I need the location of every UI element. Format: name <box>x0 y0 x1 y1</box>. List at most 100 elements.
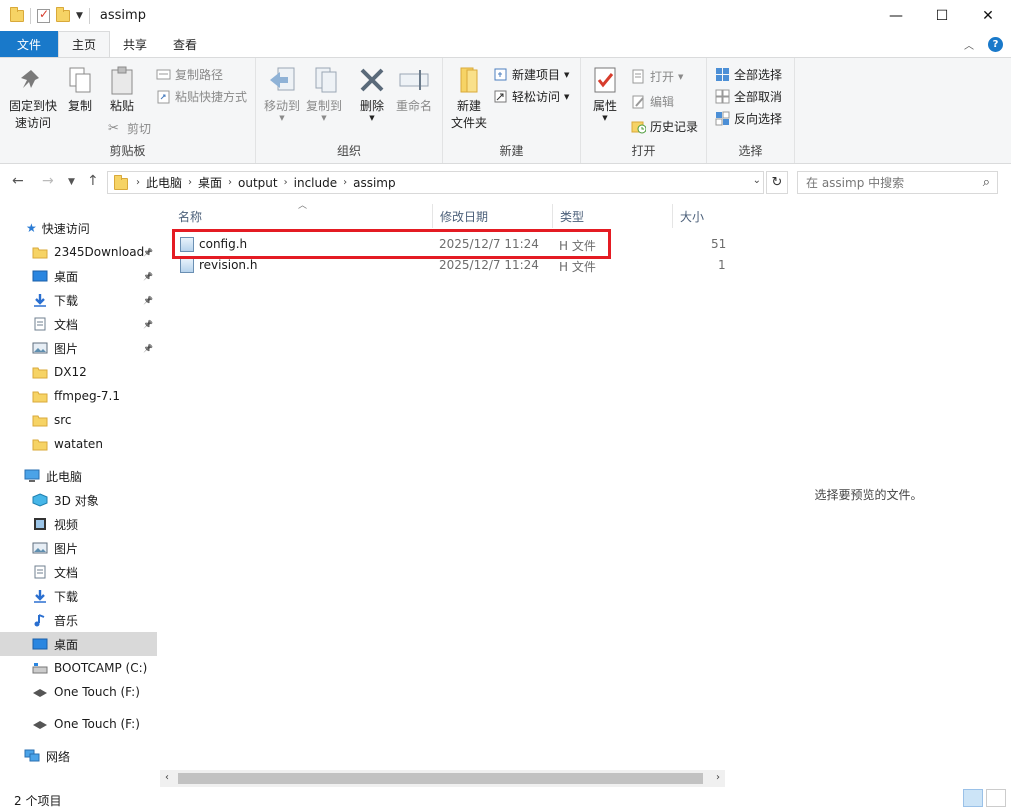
sidebar-item[interactable]: 桌面 <box>0 632 157 656</box>
breadcrumb-output[interactable]: output <box>232 176 284 190</box>
breadcrumb-include[interactable]: include <box>288 176 343 190</box>
search-input[interactable]: 在 assimp 中搜索 ⌕ <box>797 171 998 194</box>
ribbon-controls: ︿ ? <box>964 37 1003 52</box>
document-icon <box>32 317 48 331</box>
horizontal-scrollbar[interactable]: ‹ › <box>160 770 725 787</box>
address-bar[interactable]: › 此电脑 › 桌面 › output › include › assimp ⌄ <box>107 171 764 194</box>
tab-view[interactable]: 查看 <box>160 31 210 57</box>
select-none-button[interactable]: 全部取消 <box>715 88 782 105</box>
sidebar-item-one-touch-root[interactable]: One Touch (F:) <box>0 712 157 736</box>
column-label: 类型 <box>560 209 585 224</box>
sidebar-item[interactable]: 视频 <box>0 512 157 536</box>
tab-share[interactable]: 共享 <box>110 31 160 57</box>
ribbon: 固定到快 速访问 复制 粘贴 复制路径 粘贴快捷方式 ✂ 剪切 剪贴板 移动到 … <box>0 57 1011 164</box>
column-header-size[interactable]: 大小 <box>662 204 722 228</box>
history-button[interactable]: 历史记录 <box>631 118 698 135</box>
sidebar-item[interactable]: 图片 📌 <box>0 336 157 360</box>
sidebar-item[interactable]: 音乐 <box>0 608 157 632</box>
document-icon <box>32 565 48 579</box>
select-all-button[interactable]: 全部选择 <box>715 66 782 83</box>
scissors-icon: ✂ <box>108 121 119 136</box>
paste-shortcut-button[interactable]: 粘贴快捷方式 <box>156 88 247 105</box>
collapse-ribbon-icon[interactable]: ︿ <box>964 37 974 52</box>
sidebar-item[interactable]: ffmpeg-7.1 <box>0 384 157 408</box>
delete-label: 删除 <box>359 99 384 113</box>
column-header-type[interactable]: 类型 <box>542 204 662 228</box>
refresh-button[interactable]: ↻ <box>766 171 788 194</box>
sidebar-item[interactable]: 2345Download 📌 <box>0 240 157 264</box>
scroll-right-icon[interactable]: › <box>716 772 720 783</box>
pin-icon[interactable]: 📌 <box>143 272 153 281</box>
tab-home[interactable]: 主页 <box>58 31 111 57</box>
copy-path-button[interactable]: 复制路径 <box>156 66 223 83</box>
copy-path-label: 复制路径 <box>175 68 224 82</box>
copy-button[interactable]: 复制 <box>62 64 98 115</box>
open-button[interactable]: 打开 ▼ <box>631 68 683 85</box>
delete-button[interactable]: 删除 ▼ <box>352 64 392 122</box>
large-icons-view-button[interactable] <box>986 789 1006 807</box>
edit-button[interactable]: 编辑 <box>631 93 674 110</box>
close-button[interactable]: ✕ <box>965 0 1011 31</box>
usb-drive-icon <box>32 717 48 731</box>
sidebar-item[interactable]: 下载 📌 <box>0 288 157 312</box>
sidebar-item-quick-access[interactable]: ★ 快速访问 <box>0 216 157 240</box>
recent-locations-icon[interactable]: ▼ <box>68 177 75 187</box>
forward-arrow-icon[interactable]: → <box>42 173 54 189</box>
easy-access-button[interactable]: 轻松访问 ▼ <box>493 88 569 105</box>
pin-icon[interactable]: 📌 <box>143 344 153 353</box>
annotation-highlight-box <box>172 229 611 259</box>
properties-button[interactable]: 属性 ▼ <box>589 64 621 122</box>
new-folder-button[interactable]: 新建 文件夹 <box>447 64 491 132</box>
address-history-icon[interactable]: ⌄ <box>753 175 761 186</box>
history-label: 历史记录 <box>650 120 699 134</box>
sidebar-item[interactable]: One Touch (F:) <box>0 680 157 704</box>
search-placeholder: 在 assimp 中搜索 <box>806 176 905 190</box>
folder-icon <box>10 6 24 22</box>
copy-to-button[interactable]: 复制到 ▼ <box>302 64 346 122</box>
pin-icon[interactable]: 📌 <box>143 248 153 257</box>
sidebar-item-network[interactable]: 网络 <box>0 744 157 768</box>
sidebar-item[interactable]: 文档 📌 <box>0 312 157 336</box>
up-arrow-icon[interactable]: ↑ <box>87 173 99 189</box>
cut-button[interactable]: ✂ 剪切 <box>108 120 151 137</box>
select-none-icon <box>715 89 730 104</box>
sidebar-item-this-pc[interactable]: 此电脑 <box>0 464 157 488</box>
scroll-left-icon[interactable]: ‹ <box>165 772 169 783</box>
tab-file[interactable]: 文件 <box>0 31 58 57</box>
sidebar-item-label: 桌面 <box>54 637 79 652</box>
customize-quick-access-icon[interactable]: ▼ <box>76 11 83 21</box>
sidebar-item[interactable]: DX12 <box>0 360 157 384</box>
sidebar-item-label: 视频 <box>54 517 79 532</box>
sidebar-item[interactable]: 图片 <box>0 536 157 560</box>
sidebar-item[interactable]: 下载 <box>0 584 157 608</box>
properties-icon[interactable] <box>37 7 50 23</box>
sidebar-item[interactable]: 桌面 📌 <box>0 264 157 288</box>
scrollbar-thumb[interactable] <box>178 773 703 784</box>
back-arrow-icon[interactable]: ← <box>12 173 24 189</box>
breadcrumb-desktop[interactable]: 桌面 <box>192 174 228 191</box>
sidebar-item[interactable]: 3D 对象 <box>0 488 157 512</box>
column-header-date[interactable]: 修改日期 <box>422 204 550 228</box>
sidebar-item-label: BOOTCAMP (C:) <box>54 661 148 675</box>
new-item-button[interactable]: 新建项目 ▼ <box>493 66 569 83</box>
sidebar-item[interactable]: 文档 <box>0 560 157 584</box>
file-size: 1 <box>718 258 726 272</box>
pin-icon[interactable]: 📌 <box>143 320 153 329</box>
details-view-button[interactable] <box>963 789 983 807</box>
breadcrumb-this-pc[interactable]: 此电脑 <box>140 174 188 191</box>
new-folder-icon[interactable] <box>56 6 70 22</box>
move-to-button[interactable]: 移动到 ▼ <box>260 64 304 122</box>
minimize-button[interactable]: — <box>873 0 919 31</box>
pin-icon[interactable]: 📌 <box>143 296 153 305</box>
paste-button[interactable]: 粘贴 <box>104 64 140 115</box>
pin-to-quick-access-button[interactable]: 固定到快 速访问 <box>6 64 60 132</box>
help-icon[interactable]: ? <box>988 37 1003 52</box>
sidebar-item[interactable]: BOOTCAMP (C:) <box>0 656 157 680</box>
sidebar-item[interactable]: wataten <box>0 432 157 456</box>
breadcrumb-assimp[interactable]: assimp <box>347 176 402 190</box>
invert-selection-button[interactable]: 反向选择 <box>715 110 782 127</box>
sidebar-item[interactable]: src <box>0 408 157 432</box>
column-header-name[interactable]: 名称 <box>160 204 432 228</box>
maximize-button[interactable]: ☐ <box>919 0 965 31</box>
rename-button[interactable]: 重命名 <box>394 64 434 115</box>
